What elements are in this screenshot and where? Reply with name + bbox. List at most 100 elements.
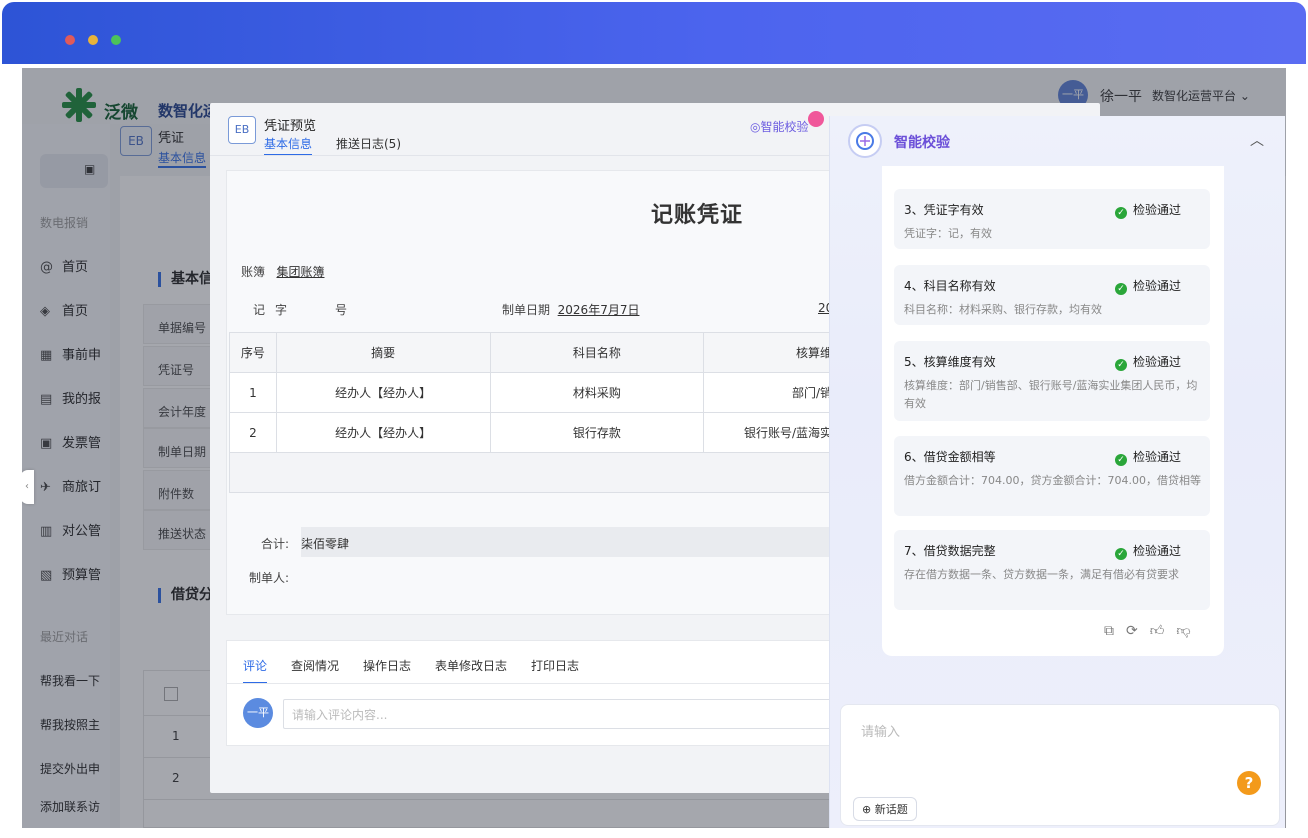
check-item: 3、凭证字有效 ✓ 检验通过 凭证字：记，有效 bbox=[894, 189, 1210, 249]
cell-subject: 银行存款 bbox=[489, 412, 705, 453]
voucher-title: 记账凭证 bbox=[651, 203, 744, 228]
col-header: 科目名称 bbox=[489, 332, 705, 373]
comment-input[interactable]: 请输入评论内容... bbox=[283, 699, 843, 729]
cell-dimension: 部门/销售 bbox=[703, 372, 845, 413]
thumbs-up-icon[interactable]: 👍︎ bbox=[1150, 623, 1177, 639]
eb-badge: EB bbox=[228, 116, 256, 144]
check-title: 3、凭证字有效 bbox=[904, 203, 984, 217]
copy-icon[interactable]: ⧉ bbox=[1104, 623, 1126, 639]
check-status-label: 检验通过 bbox=[1133, 355, 1182, 369]
ledger-value[interactable]: 集团账簿 bbox=[276, 265, 324, 279]
collapse-icon[interactable]: ︿ bbox=[1250, 130, 1264, 150]
table-row-empty bbox=[229, 452, 845, 493]
voucher-hao: 号 bbox=[335, 303, 348, 317]
ai-icon: ◎ bbox=[750, 120, 761, 134]
check-pass-icon: ✓ bbox=[1115, 359, 1127, 371]
check-detail: 借方金额合计：704.00，贷方金额合计：704.00，借贷相等 bbox=[904, 474, 1201, 487]
sidebar-toggle-handle[interactable]: ‹ bbox=[22, 470, 34, 504]
window-titlebar bbox=[2, 2, 1306, 64]
cell-subject: 材料采购 bbox=[489, 372, 705, 413]
tab-print-log[interactable]: 打印日志 bbox=[531, 657, 579, 674]
total-value: 柒佰零肆 bbox=[301, 527, 847, 557]
smart-check-panel: 智能校验 ︿ 3、凭证字有效 ✓ 检验通过 凭证字：记，有效 4、科目名称有效 ✓… bbox=[829, 116, 1285, 828]
refresh-icon[interactable]: ⟳ bbox=[1126, 623, 1150, 639]
voucher-document: 记账凭证 账簿 集团账簿 记 字 号 制单日期 2026年7月7日 20 序号 … bbox=[226, 170, 847, 615]
tab-operation-log[interactable]: 操作日志 bbox=[363, 657, 411, 674]
check-detail: 存在借方数据一条、贷方数据一条，满足有借必有贷要求 bbox=[904, 568, 1179, 581]
empty-cell bbox=[229, 452, 845, 493]
cell-no: 1 bbox=[229, 372, 277, 413]
notification-dot bbox=[808, 111, 824, 127]
tab-read-status[interactable]: 查阅情况 bbox=[291, 657, 339, 674]
date-value: 2026年7月7日 bbox=[557, 303, 640, 317]
thumbs-down-icon[interactable]: 👎︎ bbox=[1176, 623, 1202, 639]
voucher-zi: 字 bbox=[275, 303, 288, 317]
message-actions: ⧉⟳👍︎👎︎ bbox=[1104, 622, 1203, 639]
ledger-label: 账簿 bbox=[241, 265, 266, 279]
tab-push-log[interactable]: 推送日志(5) bbox=[336, 135, 401, 152]
check-item: 4、科目名称有效 ✓ 检验通过 科目名称：材料采购、银行存款，均有效 bbox=[894, 265, 1210, 325]
check-item: 6、借贷金额相等 ✓ 检验通过 借方金额合计：704.00，贷方金额合计：704.… bbox=[894, 436, 1210, 516]
divider bbox=[227, 683, 847, 684]
check-status-label: 检验通过 bbox=[1133, 450, 1182, 464]
smart-check-label: 智能校验 bbox=[760, 120, 809, 134]
check-status: ✓ 检验通过 bbox=[1115, 201, 1181, 219]
minimize-window-dot[interactable] bbox=[88, 35, 98, 45]
maximize-window-dot[interactable] bbox=[111, 35, 121, 45]
table-header: 序号 摘要 科目名称 核算维度 bbox=[229, 332, 845, 373]
check-pass-icon: ✓ bbox=[1115, 207, 1127, 219]
voucher-table: 序号 摘要 科目名称 核算维度 1 经办人【经办人】 材料采购 部门/销售 2 … bbox=[229, 332, 845, 493]
check-title: 6、借贷金额相等 bbox=[904, 450, 996, 464]
check-item: 7、借贷数据完整 ✓ 检验通过 存在借方数据一条、贷方数据一条，满足有借必有贷要求 bbox=[894, 530, 1210, 610]
check-detail: 科目名称：材料采购、银行存款，均有效 bbox=[904, 303, 1102, 316]
col-header: 核算维度 bbox=[703, 332, 845, 373]
col-header: 序号 bbox=[229, 332, 277, 373]
cell-no: 2 bbox=[229, 412, 277, 453]
cell-summary: 经办人【经办人】 bbox=[275, 372, 491, 413]
new-topic-label: 新话题 bbox=[874, 803, 908, 816]
check-detail: 凭证字：记，有效 bbox=[904, 227, 992, 240]
date-label: 制单日期 bbox=[502, 303, 551, 317]
smart-check-button[interactable]: ◎智能校验 bbox=[750, 118, 809, 135]
maker-label: 制单人: bbox=[249, 571, 290, 585]
check-title: 7、借贷数据完整 bbox=[904, 544, 996, 558]
check-status-label: 检验通过 bbox=[1133, 279, 1182, 293]
help-icon[interactable]: ? bbox=[1237, 771, 1261, 795]
ai-brain-icon bbox=[848, 124, 882, 158]
tab-form-edit-log[interactable]: 表单修改日志 bbox=[435, 657, 507, 674]
total-label: 合计: bbox=[261, 537, 290, 551]
check-status-label: 检验通过 bbox=[1133, 203, 1182, 217]
voucher-ji: 记 bbox=[253, 303, 266, 317]
check-pass-icon: ✓ bbox=[1115, 548, 1127, 560]
date-row: 制单日期 2026年7月7日 bbox=[502, 301, 639, 318]
check-status: ✓ 检验通过 bbox=[1115, 542, 1181, 560]
col-header: 摘要 bbox=[275, 332, 491, 373]
chat-input-box[interactable]: 请输入 ? ⊕ 新话题 bbox=[840, 704, 1280, 826]
check-title: 5、核算维度有效 bbox=[904, 355, 996, 369]
brain-icon bbox=[856, 132, 874, 150]
cell-dimension: 银行账号/蓝海实业 bbox=[703, 412, 845, 453]
modal-title: 凭证预览 bbox=[264, 119, 317, 134]
check-status-label: 检验通过 bbox=[1133, 544, 1182, 558]
cell-summary: 经办人【经办人】 bbox=[275, 412, 491, 453]
plus-chat-icon: ⊕ bbox=[862, 803, 875, 816]
check-pass-icon: ✓ bbox=[1115, 454, 1127, 466]
tab-basic-info[interactable]: 基本信息 bbox=[264, 135, 313, 156]
table-row: 1 经办人【经办人】 材料采购 部门/销售 bbox=[229, 372, 845, 413]
check-pass-icon: ✓ bbox=[1115, 283, 1127, 295]
check-title: 4、科目名称有效 bbox=[904, 279, 996, 293]
new-topic-button[interactable]: ⊕ 新话题 bbox=[853, 797, 917, 821]
tab-comments[interactable]: 评论 bbox=[243, 657, 268, 684]
check-status: ✓ 检验通过 bbox=[1115, 277, 1181, 295]
check-detail: 核算维度：部门/销售部、银行账号/蓝海实业集团人民币，均有效 bbox=[904, 379, 1198, 410]
ledger-row: 账簿 集团账簿 bbox=[241, 263, 324, 280]
check-results-card: 3、凭证字有效 ✓ 检验通过 凭证字：记，有效 4、科目名称有效 ✓ 检验通过 科目… bbox=[882, 166, 1224, 656]
comment-panel: 评论 查阅情况 操作日志 表单修改日志 打印日志 一平 请输入评论内容... bbox=[226, 640, 847, 746]
close-window-dot[interactable] bbox=[65, 35, 75, 45]
check-status: ✓ 检验通过 bbox=[1115, 353, 1181, 371]
check-status: ✓ 检验通过 bbox=[1115, 448, 1181, 466]
comment-avatar: 一平 bbox=[243, 698, 273, 728]
ai-panel-title: 智能校验 bbox=[894, 135, 950, 151]
ai-panel-header: 智能校验 ︿ bbox=[830, 116, 1286, 166]
chat-input-placeholder: 请输入 bbox=[861, 725, 901, 740]
